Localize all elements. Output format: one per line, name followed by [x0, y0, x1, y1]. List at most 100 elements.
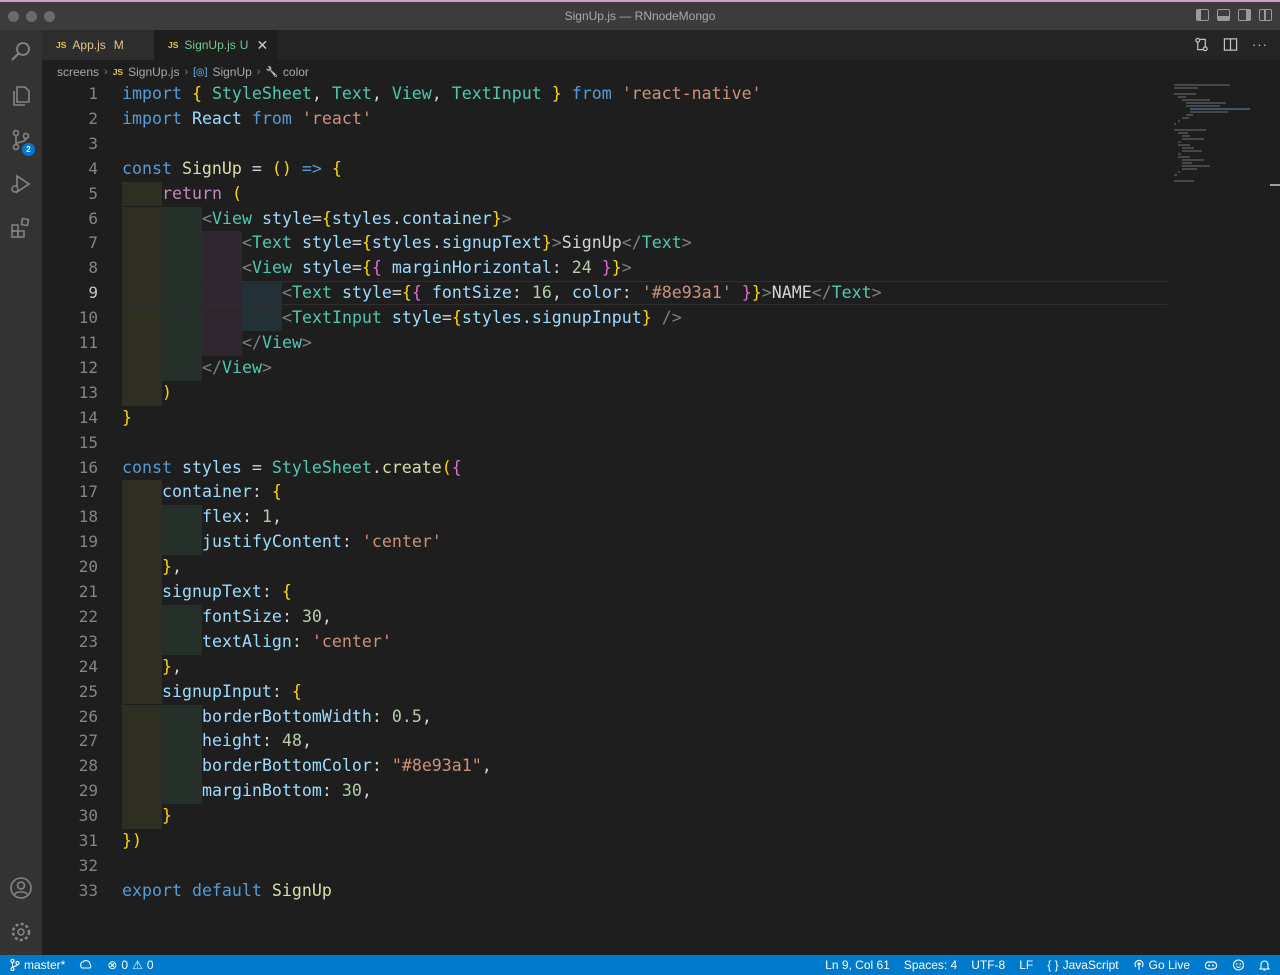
feedback-icon[interactable]	[1232, 959, 1245, 971]
breadcrumb-property[interactable]: color	[283, 65, 309, 79]
code-line[interactable]: 9 <Text style={{ fontSize: 16, color: '#…	[42, 281, 1167, 307]
go-live-button[interactable]: Go Live	[1133, 958, 1190, 972]
code-line[interactable]: 20 },	[42, 555, 1167, 580]
close-tab-icon[interactable]: ✕	[256, 37, 268, 54]
split-editor-icon[interactable]	[1223, 37, 1238, 55]
code-line[interactable]: 15	[42, 431, 1167, 456]
tab-modified-flag: M	[113, 38, 124, 52]
scroll-position-marker	[1270, 184, 1280, 186]
code-text: </View>	[242, 333, 312, 352]
toggle-sidebar-icon[interactable]	[1196, 9, 1209, 21]
code-line[interactable]: 24 },	[42, 654, 1167, 680]
customize-layout-icon[interactable]	[1259, 9, 1272, 21]
go-live-label: Go Live	[1148, 958, 1190, 972]
code-line[interactable]: 26 borderBottomWidth: 0.5,	[42, 704, 1167, 730]
language-label: JavaScript	[1062, 958, 1119, 972]
line-number: 12	[78, 357, 98, 377]
code-line[interactable]: 7 <Text style={styles.signupText}>SignUp…	[42, 231, 1167, 257]
line-number: 7	[88, 233, 98, 253]
code-text: </View>	[202, 357, 272, 377]
code-line[interactable]: 8 <View style={{ marginHorizontal: 24 }}…	[42, 256, 1167, 282]
line-number: 2	[88, 108, 98, 128]
code-text: )	[162, 382, 172, 402]
open-changes-icon[interactable]	[1194, 37, 1209, 55]
tab-signup-js[interactable]: JS SignUp.js U ✕	[154, 30, 278, 60]
editor-tab-bar: JS App.js M JS SignUp.js U ✕ ···	[42, 30, 1280, 60]
notifications-bell-icon[interactable]	[1259, 959, 1270, 971]
code-line[interactable]: 18 flex: 1,	[42, 505, 1167, 531]
variable-symbol-icon: [◎]	[193, 66, 208, 78]
code-line[interactable]: 12 </View>	[42, 355, 1167, 381]
code-line[interactable]: 32	[42, 854, 1167, 879]
code-line[interactable]: 33 export default SignUp	[42, 879, 1167, 904]
code-line[interactable]: 13 )	[42, 380, 1167, 406]
code-text: height: 48,	[202, 731, 312, 751]
code-line[interactable]: 25 signupInput: {	[42, 679, 1167, 705]
code-text: borderBottomColor: "#8e93a1",	[202, 756, 492, 776]
code-text: <View style={{ marginHorizontal: 24 }}>	[242, 258, 632, 278]
code-text: import React from 'react'	[122, 108, 372, 128]
code-text: },	[162, 557, 182, 577]
copilot-icon[interactable]	[1204, 959, 1218, 971]
line-number: 14	[78, 407, 98, 427]
breadcrumb-file[interactable]: SignUp.js	[128, 65, 179, 79]
language-mode[interactable]: { } JavaScript	[1047, 958, 1118, 972]
toggle-secondary-sidebar-icon[interactable]	[1238, 9, 1251, 21]
toggle-panel-icon[interactable]	[1217, 9, 1230, 21]
source-control-icon[interactable]: 2	[0, 118, 42, 162]
encoding[interactable]: UTF-8	[971, 958, 1005, 972]
code-line[interactable]: 16 const styles = StyleSheet.create({	[42, 456, 1167, 481]
settings-gear-icon[interactable]	[0, 910, 42, 954]
code-line[interactable]: 28 borderBottomColor: "#8e93a1",	[42, 754, 1167, 780]
cursor-position[interactable]: Ln 9, Col 61	[825, 958, 890, 972]
indentation[interactable]: Spaces: 4	[904, 958, 957, 972]
extensions-icon[interactable]	[0, 206, 42, 250]
run-debug-icon[interactable]	[0, 162, 42, 206]
line-number: 16	[78, 457, 98, 477]
code-line[interactable]: 11 </View>	[42, 331, 1167, 356]
error-icon: ⊗	[107, 958, 118, 972]
code-line[interactable]: 27 height: 48,	[42, 729, 1167, 755]
code-line[interactable]: 23 textAlign: 'center'	[42, 629, 1167, 655]
more-actions-icon[interactable]: ···	[1252, 37, 1268, 55]
code-line[interactable]: 17 container: {	[42, 480, 1167, 506]
code-line[interactable]: 31})	[42, 829, 1167, 854]
code-line[interactable]: 30 }	[42, 804, 1167, 829]
property-wrench-icon: 🔧	[265, 66, 278, 78]
code-text: signupInput: {	[162, 681, 302, 701]
end-of-line[interactable]: LF	[1019, 958, 1033, 972]
code-line[interactable]: 21 signupText: {	[42, 580, 1167, 605]
tab-app-js[interactable]: JS App.js M	[42, 30, 154, 60]
code-line[interactable]: 14}	[42, 406, 1167, 431]
code-text: container: {	[162, 482, 282, 502]
javascript-file-icon: JS	[112, 67, 124, 77]
code-text: borderBottomWidth: 0.5,	[202, 706, 432, 726]
code-text: }	[122, 407, 132, 427]
breadcrumb-folder[interactable]: screens	[57, 65, 99, 79]
code-line[interactable]: 19 justifyContent: 'center'	[42, 530, 1167, 556]
line-number: 21	[78, 582, 98, 601]
chevron-right-icon: ›	[256, 66, 261, 78]
code-line[interactable]: 5 return (	[42, 181, 1167, 207]
code-line[interactable]: 4 const SignUp = () => {	[42, 157, 1167, 182]
code-line[interactable]: 29 marginBottom: 30,	[42, 779, 1167, 805]
code-text: <TextInput style={styles.signupInput} />	[282, 308, 682, 328]
code-line[interactable]: 10 <TextInput style={styles.signupInput}…	[42, 306, 1167, 331]
code-line[interactable]: 1 import { StyleSheet, Text, View, TextIn…	[42, 82, 1167, 107]
code-line[interactable]: 6 <View style={styles.container}>	[42, 206, 1167, 232]
code-editor[interactable]: 1 import { StyleSheet, Text, View, TextIn…	[42, 82, 1280, 955]
branch-indicator[interactable]: master*	[10, 958, 65, 972]
problems-indicator[interactable]: ⊗ 0 ⚠ 0	[107, 958, 153, 972]
breadcrumb-symbol[interactable]: SignUp	[212, 65, 251, 79]
code-line[interactable]: 22 fontSize: 30,	[42, 604, 1167, 630]
line-number: 33	[78, 880, 98, 900]
sync-icon[interactable]	[79, 959, 93, 971]
source-control-badge: 2	[22, 143, 35, 156]
account-icon[interactable]	[0, 866, 42, 910]
search-icon[interactable]	[0, 30, 42, 74]
minimap[interactable]	[1170, 82, 1280, 955]
explorer-icon[interactable]	[0, 74, 42, 118]
code-text: fontSize: 30,	[202, 606, 332, 626]
code-line[interactable]: 3	[42, 132, 1167, 157]
code-line[interactable]: 2 import React from 'react'	[42, 107, 1167, 132]
